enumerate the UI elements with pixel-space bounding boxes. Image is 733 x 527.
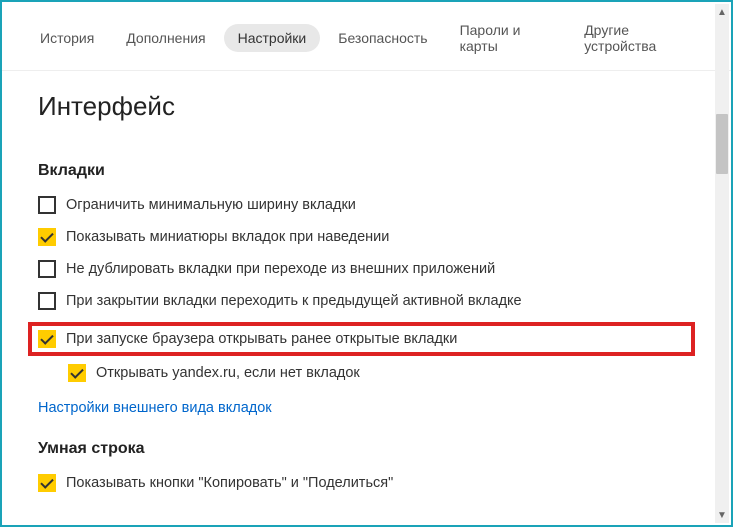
scroll-up-icon[interactable]: ▲ [715,4,729,20]
scroll-thumb[interactable] [716,114,728,174]
option-prev-active: При закрытии вкладки переходить к предыд… [38,290,695,312]
option-show-copy-share: Показывать кнопки "Копировать" и "Подели… [38,472,695,494]
option-no-duplicate: Не дублировать вкладки при переходе из в… [38,258,695,280]
checkbox-show-copy-share[interactable] [38,474,56,492]
option-restore-on-start: При запуске браузера открывать ранее отк… [28,322,695,356]
label-show-thumbnails: Показывать миниатюры вкладок при наведен… [66,229,389,245]
settings-content: Интерфейс Вкладки Ограничить минимальную… [2,71,731,494]
tab-passwords[interactable]: Пароли и карты [446,16,567,60]
label-open-yandex: Открывать yandex.ru, если нет вкладок [96,365,360,381]
section-tabs: Вкладки Ограничить минимальную ширину вк… [38,162,695,416]
label-prev-active: При закрытии вкладки переходить к предыд… [66,293,522,309]
page-title: Интерфейс [38,91,695,122]
section-smart-line: Умная строка Показывать кнопки "Копирова… [38,440,695,494]
option-open-yandex: Открывать yandex.ru, если нет вкладок [68,362,695,384]
settings-tabs: История Дополнения Настройки Безопасност… [2,2,731,71]
label-no-duplicate: Не дублировать вкладки при переходе из в… [66,261,495,277]
option-show-thumbnails: Показывать миниатюры вкладок при наведен… [38,226,695,248]
checkbox-restore-on-start[interactable] [38,330,56,348]
vertical-scrollbar[interactable]: ▲ ▼ [715,4,729,523]
section-title-tabs: Вкладки [38,162,695,180]
checkbox-prev-active[interactable] [38,292,56,310]
tab-settings[interactable]: Настройки [224,24,321,52]
tab-security[interactable]: Безопасность [324,24,441,52]
link-tab-appearance[interactable]: Настройки внешнего вида вкладок [38,400,272,416]
option-limit-min-width: Ограничить минимальную ширину вкладки [38,194,695,216]
checkbox-open-yandex[interactable] [68,364,86,382]
label-show-copy-share: Показывать кнопки "Копировать" и "Подели… [66,475,393,491]
section-title-smart-line: Умная строка [38,440,695,458]
scroll-down-icon[interactable]: ▼ [715,507,729,523]
checkbox-show-thumbnails[interactable] [38,228,56,246]
checkbox-limit-min-width[interactable] [38,196,56,214]
label-restore-on-start: При запуске браузера открывать ранее отк… [66,331,457,347]
label-limit-min-width: Ограничить минимальную ширину вкладки [66,197,356,213]
tab-history[interactable]: История [26,24,108,52]
tab-addons[interactable]: Дополнения [112,24,219,52]
tab-devices[interactable]: Другие устройства [570,16,707,60]
checkbox-no-duplicate[interactable] [38,260,56,278]
